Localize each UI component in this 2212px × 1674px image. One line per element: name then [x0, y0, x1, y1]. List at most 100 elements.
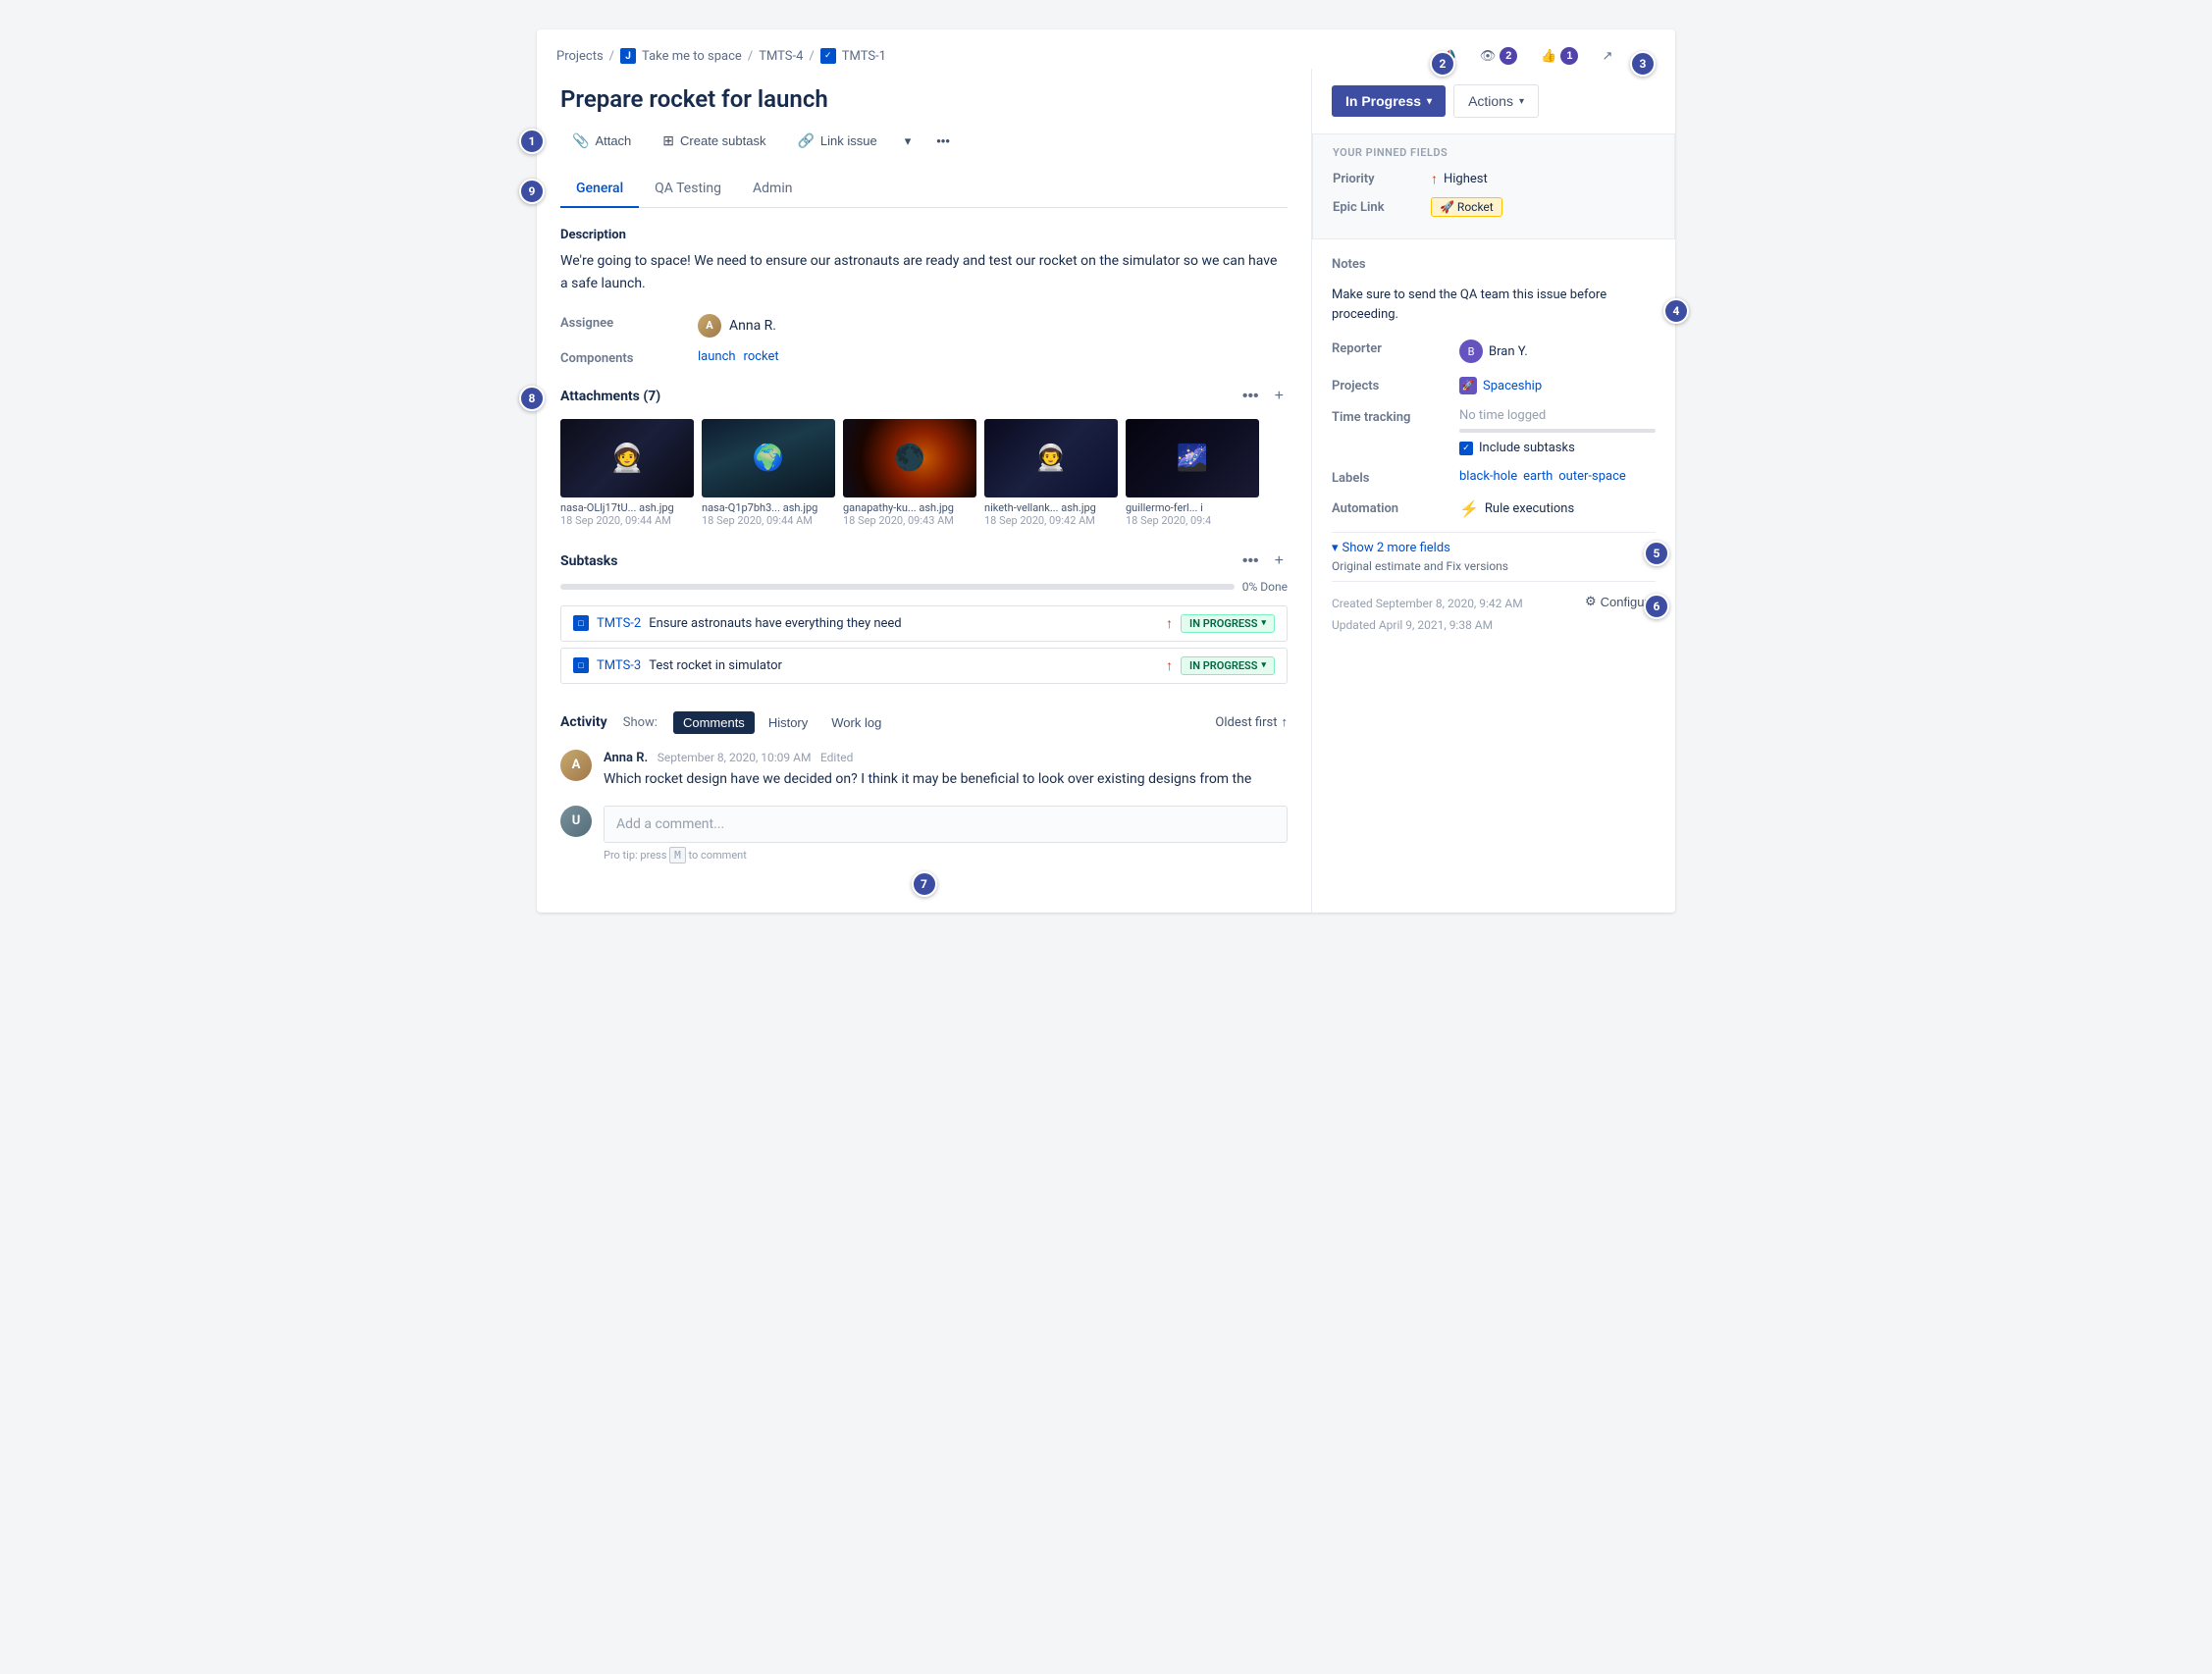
thumbs-up-icon: 👍 [1541, 48, 1556, 64]
attachments-add-button[interactable]: + [1271, 386, 1288, 407]
subtask-status-2[interactable]: IN PROGRESS ▾ [1181, 656, 1275, 675]
notes-field: Notes [1332, 255, 1656, 272]
attachment-item[interactable]: 🌌 guillermo-ferl... i 18 Sep 2020, 09:4 [1126, 419, 1259, 527]
actions-arrow-icon: ▾ [1519, 96, 1524, 107]
activity-tab-comments[interactable]: Comments [673, 711, 755, 734]
activity-header: Activity Show: Comments History Work log… [560, 711, 1288, 734]
updated-date: Updated April 9, 2021, 9:38 AM [1332, 615, 1523, 637]
epic-link-field: Epic Link 🚀 Rocket [1333, 197, 1655, 217]
right-panel: 2 3 In Progress ▾ Actions ▾ YO [1312, 69, 1675, 913]
comment-date: September 8, 2020, 10:09 AM [658, 751, 812, 764]
attachment-thumb-5: 🌌 [1126, 419, 1259, 497]
breadcrumb-issue[interactable]: TMTS-1 [842, 49, 886, 64]
breadcrumb-parent[interactable]: TMTS-4 [759, 49, 803, 64]
show-more-fields[interactable]: ▾ Show 2 more fields [1332, 541, 1656, 555]
tab-qa-testing[interactable]: QA Testing [639, 171, 737, 208]
attachment-name-5: guillermo-ferl... i [1126, 501, 1259, 514]
created-date: Created September 8, 2020, 9:42 AM [1332, 594, 1523, 615]
watch-count: 2 [1500, 47, 1517, 65]
attachment-item[interactable]: 🌑 ganapathy-ku... ash.jpg 18 Sep 2020, 0… [843, 419, 976, 527]
description-text: We're going to space! We need to ensure … [560, 250, 1288, 294]
attachment-thumb-1: 🧑‍🚀 [560, 419, 694, 497]
attachment-name-2: nasa-Q1p7bh3... ash.jpg [702, 501, 835, 514]
annotation-9: 9 [519, 179, 545, 204]
breadcrumb-projects[interactable]: Projects [556, 49, 604, 64]
automation-field: Automation ⚡ Rule executions [1332, 499, 1656, 518]
attachment-thumb-4: 👨‍🚀 [984, 419, 1118, 497]
add-comment-input[interactable]: Add a comment... [604, 806, 1288, 843]
subtask-id-2[interactable]: TMTS-3 [597, 658, 641, 673]
tab-general[interactable]: General [560, 171, 639, 208]
attachments-more-button[interactable]: ••• [1238, 386, 1263, 407]
activity-tab-history[interactable]: History [759, 711, 817, 734]
divider [1332, 532, 1656, 533]
subtask-icon: ⊞ [662, 132, 674, 149]
subtasks-more-button[interactable]: ••• [1238, 550, 1263, 572]
description-label: Description [560, 228, 1288, 242]
assignee-avatar: A [698, 314, 721, 338]
paperclip-icon: 📎 [572, 132, 589, 149]
notes-text: Make sure to send the QA team this issue… [1332, 286, 1656, 324]
comment-row: A Anna R. September 8, 2020, 10:09 AM Ed… [560, 750, 1288, 790]
epic-badge[interactable]: 🚀 Rocket [1431, 197, 1502, 217]
comment-text: Which rocket design have we decided on? … [604, 769, 1288, 790]
activity-sort[interactable]: Oldest first ↑ [1215, 714, 1288, 730]
pro-tip-key: M [669, 847, 686, 863]
attachment-date-5: 18 Sep 2020, 09:4 [1126, 514, 1259, 527]
tab-admin[interactable]: Admin [737, 171, 808, 208]
more-icon: ••• [936, 133, 950, 148]
watch-button[interactable]: 👁 2 [1474, 43, 1524, 69]
breadcrumb-project[interactable]: Take me to space [642, 49, 742, 64]
assignee-label: Assignee [560, 314, 698, 331]
component-launch[interactable]: launch [698, 349, 736, 364]
priority-value: ↑ Highest [1431, 171, 1488, 187]
actions-button[interactable]: Actions ▾ [1453, 84, 1539, 118]
link-icon: 🔗 [797, 132, 814, 149]
label-black-hole[interactable]: black-hole [1459, 469, 1517, 484]
include-subtasks: ✓ Include subtasks [1459, 441, 1656, 455]
annotation-4: 4 [1663, 298, 1689, 324]
subtask-id-1[interactable]: TMTS-2 [597, 616, 641, 631]
annotation-7: 7 [912, 871, 937, 897]
link-issue-button[interactable]: 🔗 Link issue [785, 127, 888, 155]
notes-label: Notes [1332, 255, 1459, 272]
attachment-item[interactable]: 🧑‍🚀 nasa-OLlj17tU... ash.jpg 18 Sep 2020… [560, 419, 694, 527]
comment-author: Anna R. [604, 751, 648, 765]
project-icon: J [620, 48, 636, 64]
status-button[interactable]: In Progress ▾ [1332, 85, 1446, 117]
annotation-3: 3 [1630, 51, 1656, 77]
activity-section: Activity Show: Comments History Work log… [560, 711, 1288, 862]
component-rocket[interactable]: rocket [744, 349, 779, 364]
share-button[interactable]: ↗ [1596, 44, 1618, 68]
attachment-thumb-3: 🌑 [843, 419, 976, 497]
label-earth[interactable]: earth [1523, 469, 1553, 484]
divider-2 [1332, 581, 1656, 582]
annotation-8: 8 [519, 386, 545, 411]
attach-button[interactable]: 📎 Attach [560, 127, 643, 155]
subtasks-add-button[interactable]: + [1271, 550, 1288, 572]
attachments-grid: 🧑‍🚀 nasa-OLlj17tU... ash.jpg 18 Sep 2020… [560, 419, 1288, 527]
labels-field: Labels black-hole earth outer-space [1332, 469, 1656, 486]
comment-avatar: A [560, 750, 592, 781]
chevron-down-icon-2: ▾ [1332, 541, 1339, 555]
attachment-item[interactable]: 👨‍🚀 niketh-vellank... ash.jpg 18 Sep 202… [984, 419, 1118, 527]
priority-up-icon: ↑ [1431, 171, 1438, 187]
pinned-label: YOUR PINNED FIELDS [1333, 146, 1655, 159]
comment-edited: Edited [820, 751, 853, 764]
project-link[interactable]: Spaceship [1483, 379, 1542, 393]
label-outer-space[interactable]: outer-space [1558, 469, 1626, 484]
attachment-name-4: niketh-vellank... ash.jpg [984, 501, 1118, 514]
attachments-header: Attachments (7) ••• + [560, 386, 1288, 407]
like-button[interactable]: 👍 1 [1535, 43, 1584, 69]
create-subtask-button[interactable]: ⊞ Create subtask [651, 127, 777, 155]
checkbox-icon[interactable]: ✓ [1459, 442, 1473, 455]
subtask-status-1[interactable]: IN PROGRESS ▾ [1181, 614, 1275, 633]
toolbar-dropdown-button[interactable]: ▾ [897, 128, 920, 155]
progress-container: 0% Done [560, 580, 1288, 594]
toolbar-more-button[interactable]: ••• [926, 128, 960, 154]
activity-tab-worklog[interactable]: Work log [821, 711, 891, 734]
subtask-row: □ TMTS-2 Ensure astronauts have everythi… [560, 605, 1288, 642]
attachment-item[interactable]: 🌍 nasa-Q1p7bh3... ash.jpg 18 Sep 2020, 0… [702, 419, 835, 527]
time-no-logged: No time logged [1459, 408, 1656, 423]
projects-label: Projects [1332, 377, 1459, 393]
